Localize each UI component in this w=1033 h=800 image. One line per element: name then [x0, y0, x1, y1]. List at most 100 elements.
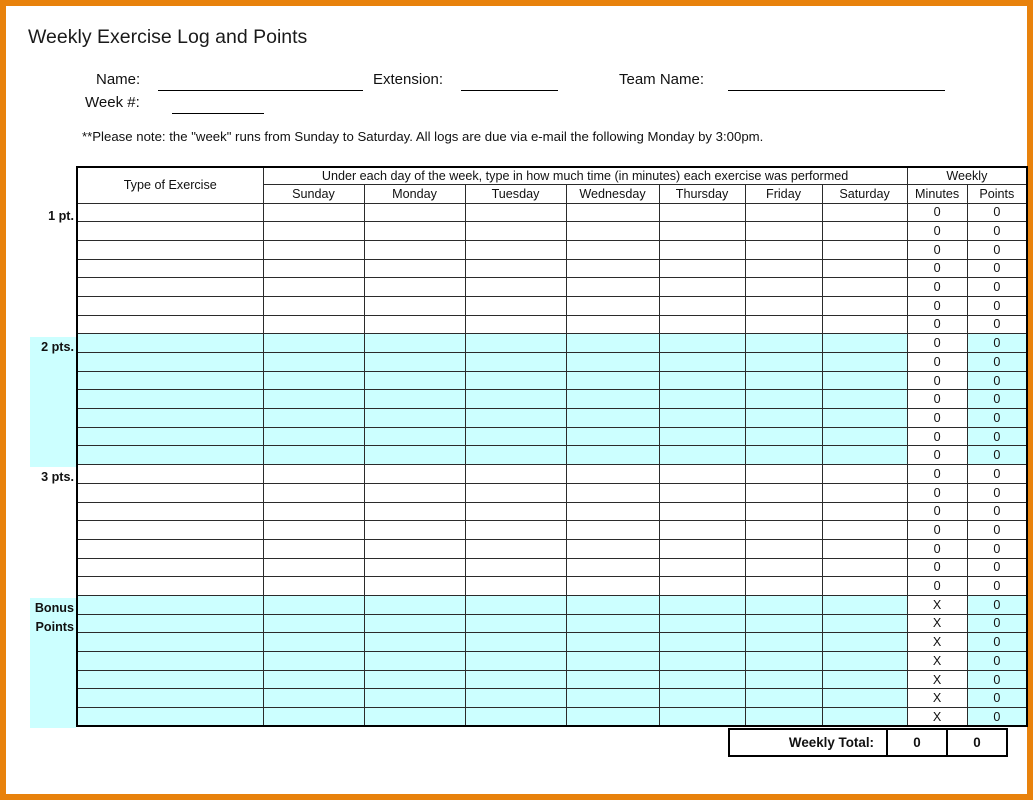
minutes-cell-thursday[interactable] [658, 370, 746, 391]
minutes-cell-friday[interactable] [744, 632, 823, 652]
minutes-cell-monday[interactable] [363, 239, 466, 260]
minutes-cell-tuesday[interactable] [464, 651, 567, 671]
minutes-cell-tuesday[interactable] [464, 688, 567, 709]
exercise-name-cell[interactable] [76, 314, 264, 335]
minutes-cell-friday[interactable] [744, 594, 823, 615]
minutes-cell-tuesday[interactable] [464, 333, 567, 353]
minutes-cell-monday[interactable] [363, 221, 466, 241]
minutes-cell-saturday[interactable] [821, 464, 908, 484]
minutes-cell-friday[interactable] [744, 333, 823, 353]
minutes-cell-wednesday[interactable] [565, 389, 660, 410]
minutes-cell-thursday[interactable] [658, 482, 746, 503]
minutes-cell-saturday[interactable] [821, 333, 908, 353]
exercise-name-cell[interactable] [76, 445, 264, 466]
minutes-cell-wednesday[interactable] [565, 333, 660, 353]
exercise-name-cell[interactable] [76, 408, 264, 428]
minutes-cell-friday[interactable] [744, 501, 823, 522]
minutes-cell-tuesday[interactable] [464, 202, 567, 223]
minutes-cell-friday[interactable] [744, 445, 823, 466]
minutes-cell-sunday[interactable] [262, 370, 365, 391]
minutes-cell-friday[interactable] [744, 520, 823, 540]
minutes-cell-wednesday[interactable] [565, 538, 660, 559]
minutes-cell-wednesday[interactable] [565, 239, 660, 260]
minutes-cell-sunday[interactable] [262, 314, 365, 335]
minutes-cell-thursday[interactable] [658, 707, 746, 728]
minutes-cell-monday[interactable] [363, 333, 466, 353]
minutes-cell-sunday[interactable] [262, 707, 365, 728]
minutes-cell-saturday[interactable] [821, 295, 908, 316]
minutes-cell-sunday[interactable] [262, 295, 365, 316]
minutes-cell-saturday[interactable] [821, 688, 908, 709]
minutes-cell-sunday[interactable] [262, 202, 365, 223]
minutes-cell-wednesday[interactable] [565, 594, 660, 615]
exercise-name-cell[interactable] [76, 426, 264, 447]
minutes-cell-monday[interactable] [363, 576, 466, 596]
minutes-cell-wednesday[interactable] [565, 202, 660, 223]
minutes-cell-thursday[interactable] [658, 651, 746, 671]
minutes-cell-saturday[interactable] [821, 651, 908, 671]
minutes-cell-thursday[interactable] [658, 389, 746, 410]
minutes-cell-sunday[interactable] [262, 613, 365, 634]
exercise-name-cell[interactable] [76, 239, 264, 260]
minutes-cell-monday[interactable] [363, 464, 466, 484]
minutes-cell-tuesday[interactable] [464, 576, 567, 596]
minutes-cell-wednesday[interactable] [565, 277, 660, 297]
minutes-cell-saturday[interactable] [821, 221, 908, 241]
minutes-cell-thursday[interactable] [658, 352, 746, 372]
minutes-cell-tuesday[interactable] [464, 221, 567, 241]
minutes-cell-saturday[interactable] [821, 538, 908, 559]
minutes-cell-saturday[interactable] [821, 576, 908, 596]
minutes-cell-tuesday[interactable] [464, 389, 567, 410]
minutes-cell-sunday[interactable] [262, 389, 365, 410]
minutes-cell-wednesday[interactable] [565, 295, 660, 316]
minutes-cell-friday[interactable] [744, 538, 823, 559]
minutes-cell-thursday[interactable] [658, 501, 746, 522]
minutes-cell-friday[interactable] [744, 707, 823, 728]
minutes-cell-friday[interactable] [744, 277, 823, 297]
minutes-cell-tuesday[interactable] [464, 352, 567, 372]
minutes-cell-saturday[interactable] [821, 613, 908, 634]
minutes-cell-saturday[interactable] [821, 277, 908, 297]
minutes-cell-friday[interactable] [744, 202, 823, 223]
exercise-name-cell[interactable] [76, 651, 264, 671]
minutes-cell-tuesday[interactable] [464, 295, 567, 316]
minutes-cell-saturday[interactable] [821, 202, 908, 223]
minutes-cell-saturday[interactable] [821, 557, 908, 578]
minutes-cell-thursday[interactable] [658, 221, 746, 241]
minutes-cell-thursday[interactable] [658, 669, 746, 690]
minutes-cell-monday[interactable] [363, 408, 466, 428]
minutes-cell-monday[interactable] [363, 314, 466, 335]
minutes-cell-sunday[interactable] [262, 576, 365, 596]
minutes-cell-wednesday[interactable] [565, 520, 660, 540]
minutes-cell-friday[interactable] [744, 464, 823, 484]
minutes-cell-friday[interactable] [744, 688, 823, 709]
minutes-cell-monday[interactable] [363, 651, 466, 671]
minutes-cell-sunday[interactable] [262, 520, 365, 540]
minutes-cell-monday[interactable] [363, 295, 466, 316]
minutes-cell-thursday[interactable] [658, 277, 746, 297]
minutes-cell-monday[interactable] [363, 370, 466, 391]
minutes-cell-thursday[interactable] [658, 557, 746, 578]
minutes-cell-tuesday[interactable] [464, 538, 567, 559]
minutes-cell-sunday[interactable] [262, 669, 365, 690]
week-number-input[interactable] [172, 113, 264, 114]
minutes-cell-tuesday[interactable] [464, 277, 567, 297]
minutes-cell-wednesday[interactable] [565, 258, 660, 279]
minutes-cell-friday[interactable] [744, 613, 823, 634]
minutes-cell-thursday[interactable] [658, 239, 746, 260]
minutes-cell-thursday[interactable] [658, 464, 746, 484]
minutes-cell-tuesday[interactable] [464, 501, 567, 522]
minutes-cell-sunday[interactable] [262, 482, 365, 503]
minutes-cell-friday[interactable] [744, 221, 823, 241]
minutes-cell-wednesday[interactable] [565, 426, 660, 447]
minutes-cell-sunday[interactable] [262, 557, 365, 578]
exercise-name-cell[interactable] [76, 538, 264, 559]
minutes-cell-friday[interactable] [744, 352, 823, 372]
minutes-cell-wednesday[interactable] [565, 408, 660, 428]
minutes-cell-saturday[interactable] [821, 370, 908, 391]
minutes-cell-wednesday[interactable] [565, 445, 660, 466]
minutes-cell-sunday[interactable] [262, 501, 365, 522]
minutes-cell-saturday[interactable] [821, 501, 908, 522]
minutes-cell-saturday[interactable] [821, 426, 908, 447]
minutes-cell-sunday[interactable] [262, 632, 365, 652]
